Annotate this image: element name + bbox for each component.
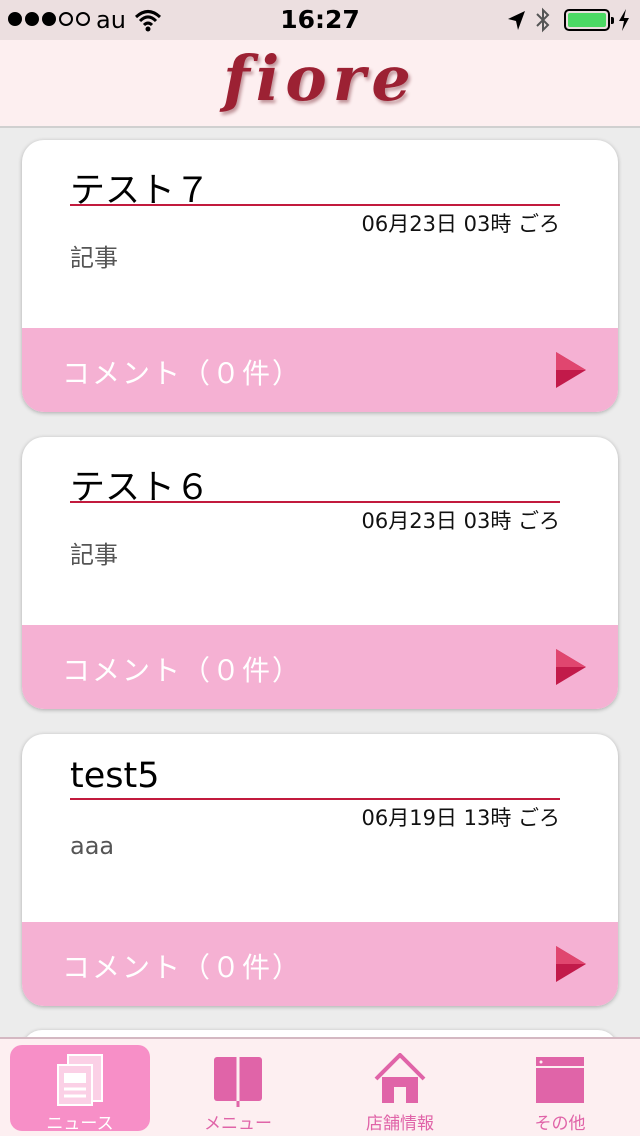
post-date: 06月19日 13時 ごろ — [361, 806, 560, 830]
news-feed[interactable]: テスト７ 06月23日 03時 ごろ 記事 コメント（０件） テスト６ 06月2… — [0, 130, 640, 1037]
screen: au 16:27 fiore テスト７ 06月23日 03時 ごろ 記事 コメン… — [0, 0, 640, 1136]
post-body: aaa — [70, 832, 115, 860]
post-title: test5 — [70, 756, 160, 796]
tab-news[interactable]: ニュース — [10, 1045, 150, 1134]
battery-icon — [564, 9, 614, 31]
tab-store-info[interactable]: 店舗情報 — [330, 1045, 470, 1134]
news-card: テスト６ 06月23日 03時 ごろ 記事 コメント（０件） — [22, 437, 618, 709]
title-divider — [70, 798, 560, 800]
play-arrow-icon — [556, 649, 586, 685]
post-body: 記事 — [70, 541, 118, 569]
news-icon — [57, 1054, 103, 1106]
house-icon — [374, 1053, 426, 1103]
tab-label: 店舗情報 — [366, 1114, 434, 1134]
tab-menu[interactable]: メニュー — [168, 1045, 308, 1134]
news-card: test5 06月19日 13時 ごろ aaa コメント（０件） — [22, 734, 618, 1006]
bluetooth-icon — [536, 7, 550, 33]
post-date: 06月23日 03時 ごろ — [361, 509, 560, 533]
comment-count-label: コメント（０件） — [62, 357, 303, 390]
tab-label: ニュース — [46, 1114, 114, 1134]
title-divider — [70, 204, 560, 206]
comment-button[interactable]: コメント（０件） — [22, 922, 618, 1006]
comment-button[interactable]: コメント（０件） — [22, 328, 618, 412]
play-arrow-icon — [556, 946, 586, 982]
menu-book-icon — [214, 1057, 262, 1107]
nav-bar: fiore — [0, 40, 640, 128]
title-divider — [70, 501, 560, 503]
news-card-partial — [22, 1030, 618, 1037]
comment-button[interactable]: コメント（０件） — [22, 625, 618, 709]
tab-bar: ニュース メニュー 店舗情報 その他 — [0, 1037, 640, 1136]
post-date: 06月23日 03時 ごろ — [361, 212, 560, 236]
tab-label: メニュー — [204, 1114, 272, 1134]
tab-other[interactable]: その他 — [490, 1045, 630, 1134]
comment-count-label: コメント（０件） — [62, 654, 303, 687]
charging-bolt-icon — [619, 9, 629, 31]
status-bar: au 16:27 — [0, 0, 640, 40]
comment-count-label: コメント（０件） — [62, 951, 303, 984]
news-card: テスト７ 06月23日 03時 ごろ 記事 コメント（０件） — [22, 140, 618, 412]
play-arrow-icon — [556, 352, 586, 388]
app-logo: fiore — [223, 42, 417, 115]
location-arrow-icon — [508, 11, 525, 30]
window-icon — [536, 1057, 584, 1103]
tab-label: その他 — [534, 1114, 586, 1134]
post-body: 記事 — [70, 244, 118, 272]
